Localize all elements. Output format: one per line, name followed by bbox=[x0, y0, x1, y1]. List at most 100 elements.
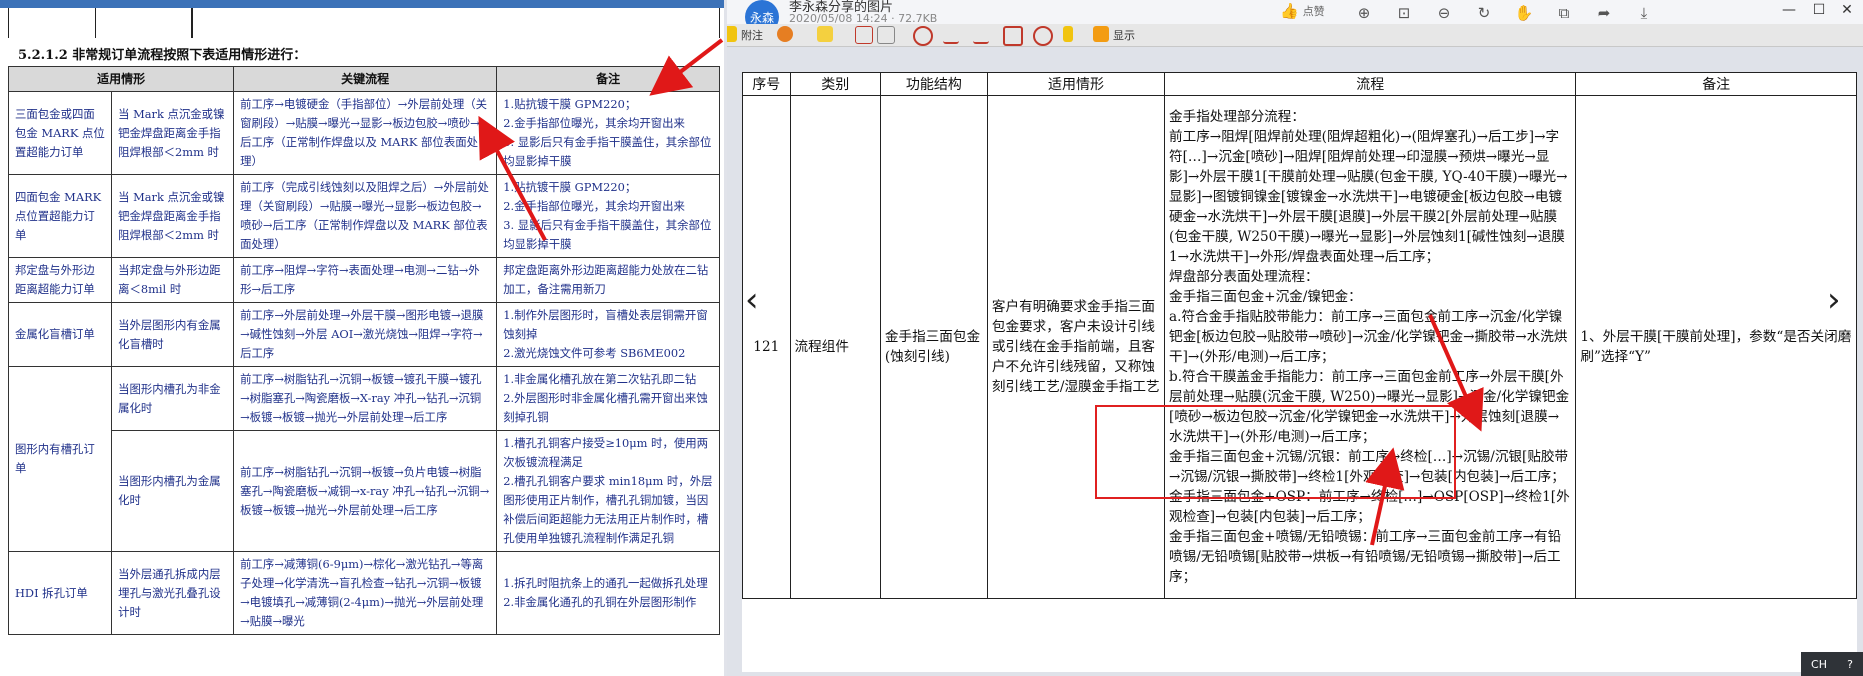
table-row: 四面包金 MARK 点位置超能力订单 当 Mark 点沉金或镍钯金焊盘距离金手指… bbox=[7, 174, 720, 258]
row-case: 金属化盲槽订单 bbox=[7, 302, 113, 367]
process-line: 金手指处理部分流程： bbox=[1169, 109, 1305, 125]
thumbs-up-icon: 👍 bbox=[1280, 2, 1299, 20]
row-note: 1.制作外层图形时，盲槽处表层铜需开窗蚀刻掉 2.激光烧蚀文件可参考 SB6ME… bbox=[496, 302, 720, 367]
table-row: 当图形内槽孔为金属化时 前工序→树脂钻孔→沉铜→板镀→负片电镀→树脂塞孔→陶瓷磨… bbox=[9, 430, 720, 552]
flow-header-row: 序号 类别 功能结构 适用情形 流程 备注 bbox=[742, 72, 1857, 96]
cell-remark: 1、外层干膜[干膜前处理]，参数“是否关闭磨刷”选择“Y” bbox=[1575, 95, 1857, 599]
process-line: 焊盘部分表面处理流程： bbox=[1169, 269, 1319, 285]
row-flow: 前工序→树脂钻孔→沉铜→板镀→镀孔干膜→镀孔→树脂塞孔→陶瓷磨板→X-ray 冲… bbox=[233, 366, 498, 431]
ellipse-tool-icon bbox=[1033, 26, 1053, 46]
table-top-empty-row bbox=[8, 8, 720, 38]
header-note: 备注 bbox=[496, 66, 720, 92]
process-line: 金手指三面包金+沉金/镍钯金： bbox=[1169, 289, 1362, 305]
line-tool-icon bbox=[943, 26, 959, 44]
highlight-box-option-b bbox=[1095, 405, 1456, 499]
row-note: 1.非金属化槽孔放在第二次钻孔即二钻 2.外层图形时非金属化槽孔需开窗出来蚀刻掉… bbox=[496, 366, 720, 431]
header-remark: 备注 bbox=[1575, 72, 1857, 96]
header-flow: 关键流程 bbox=[233, 66, 498, 92]
table-row: 邦定盘与外形边距离超能力订单 当邦定盘与外形边距离＜8mil 时 前工序→阻焊→… bbox=[7, 257, 720, 303]
table-row: 金属化盲槽订单 当外层图形内有金属化盲槽时 前工序→外层前处理→外层干膜→图形电… bbox=[7, 302, 720, 367]
table-row: 121 流程组件 金手指三面包金(蚀刻引线) 客户有明确要求金手指三面包金要求，… bbox=[742, 95, 1857, 599]
download-icon[interactable]: ⤓ bbox=[1633, 2, 1655, 24]
row-note: 1.槽孔孔铜客户接受≥10μm 时，使用两次板镀流程满足 2.槽孔孔铜客户要求 … bbox=[496, 430, 720, 552]
row-note: 1.贴抗镀干膜 GPM220； 2.金手指部位曝光，其余均开窗出来 3. 显影后… bbox=[496, 174, 720, 258]
process-line: a.符合金手指贴胶带能力：前工序→三面包金前工序→沉金/化学镍钯金[板边包胶→贴… bbox=[1169, 309, 1568, 365]
rotate-icon[interactable]: ↻ bbox=[1473, 2, 1495, 24]
prev-image-icon[interactable]: ‹ bbox=[745, 280, 759, 320]
row-case: 邦定盘与外形边距离超能力订单 bbox=[7, 257, 113, 303]
row-cond: 当图形内槽孔为非金属化时 bbox=[111, 366, 235, 431]
cell-case: 客户有明确要求金手指三面包金要求，客户未设计引线或引线在金手指前端，且客户不允许… bbox=[986, 95, 1166, 599]
flow-document-page: 序号 类别 功能结构 适用情形 流程 备注 121 流程组件 金手指三面包金(蚀… bbox=[742, 72, 1857, 672]
highlight-icon bbox=[1093, 26, 1109, 42]
process-line: 前工序→阻焊[阻焊前处理(阻焊超粗化)→(阻焊塞孔)→后工步]→字符[…]→沉金… bbox=[1169, 129, 1568, 265]
header-process: 流程 bbox=[1164, 72, 1577, 96]
copy-icon[interactable]: ⧉ bbox=[1553, 2, 1575, 24]
header-category: 类别 bbox=[789, 72, 881, 96]
row-case: 三面包金或四面包金 MARK 点位置超能力订单 bbox=[7, 91, 113, 175]
close-icon[interactable]: ✕ bbox=[1835, 2, 1859, 22]
row-cond: 当图形内槽孔为金属化时 bbox=[111, 430, 235, 552]
annotation-label: 附注 bbox=[741, 29, 763, 42]
row-case: 图形内有槽孔订单 bbox=[7, 366, 113, 552]
page-icon bbox=[877, 26, 895, 44]
like-button[interactable]: 👍 点赞 bbox=[1280, 2, 1325, 20]
circle-tool-icon bbox=[913, 26, 933, 46]
ime-taskbar: CH ? bbox=[1801, 652, 1863, 676]
arrow-tool-icon bbox=[973, 26, 989, 44]
embedded-pdf-toolbar: 附注 显示 bbox=[727, 24, 1863, 47]
display-label: 显示 bbox=[1113, 29, 1135, 42]
row-cond: 当邦定盘与外形边距离＜8mil 时 bbox=[111, 257, 235, 303]
like-label: 点赞 bbox=[1302, 5, 1325, 18]
textbox-icon bbox=[855, 26, 873, 44]
hand-pan-icon[interactable]: ✋ bbox=[1513, 2, 1535, 24]
share-icon[interactable]: ➦ bbox=[1593, 2, 1615, 24]
row-flow: 前工序→阻焊→字符→表面处理→电测→二钻→外形→后工序 bbox=[233, 257, 498, 303]
table-row: 图形内有槽孔订单 当图形内槽孔为非金属化时 前工序→树脂钻孔→沉铜→板镀→镀孔干… bbox=[7, 366, 720, 552]
actual-size-icon[interactable]: ⊡ bbox=[1393, 2, 1415, 24]
sticky-icon bbox=[817, 26, 833, 42]
window-title-strip bbox=[0, 0, 724, 8]
abnormal-order-flow-table: 适用情形 关键流程 备注 三面包金或四面包金 MARK 点位置超能力订单 当 M… bbox=[7, 66, 720, 635]
row-cond: 当 Mark 点沉金或镍钯金焊盘距离金手指阻焊根部＜2mm 时 bbox=[111, 91, 235, 175]
process-line: 金手指三面包金+喷锡/无铅喷锡：前工序→三面包金前工序→有铅喷锡/无铅喷锡[贴胶… bbox=[1169, 529, 1562, 585]
zoom-in-icon[interactable]: ⊕ bbox=[1353, 2, 1375, 24]
row-note: 邦定盘距离外形边距离超能力处放在二钻加工，备注需用新刀 bbox=[496, 257, 720, 303]
header-function: 功能结构 bbox=[879, 72, 988, 96]
left-document-pane: 5.2.1.2 非常规订单流程按照下表适用情形进行： 适用情形 关键流程 备注 … bbox=[0, 0, 727, 676]
cell-seq: 121 bbox=[742, 95, 791, 599]
row-flow: 前工序→减薄铜(6-9μm)→棕化→激光钻孔→等离子处理→化学清洗→盲孔检查→钻… bbox=[233, 551, 498, 635]
stamp-icon bbox=[777, 26, 793, 42]
table-row: 三面包金或四面包金 MARK 点位置超能力订单 当 Mark 点沉金或镍钯金焊盘… bbox=[7, 91, 720, 175]
row-cond: 当外层通孔拆成内层埋孔与激光孔叠孔设计时 bbox=[111, 551, 235, 635]
zoom-out-icon[interactable]: ⊖ bbox=[1433, 2, 1455, 24]
maximize-icon[interactable]: ☐ bbox=[1807, 2, 1831, 22]
minimize-icon[interactable]: — bbox=[1777, 2, 1801, 22]
next-image-icon[interactable]: › bbox=[1827, 280, 1841, 320]
row-case: 四面包金 MARK 点位置超能力订单 bbox=[7, 174, 113, 258]
input-language[interactable]: CH bbox=[1811, 658, 1827, 671]
row-flow: 前工序（完成引线蚀刻以及阻焊之后）→外层前处理（关窗刷段）→贴膜→曝光→显影→板… bbox=[233, 174, 498, 258]
process-flow-table: 序号 类别 功能结构 适用情形 流程 备注 121 流程组件 金手指三面包金(蚀… bbox=[742, 72, 1857, 599]
row-note: 1.拆孔时阻抗条上的通孔一起做拆孔处理 2.非金属化通孔的孔铜在外层图形制作 bbox=[496, 551, 720, 635]
row-flow: 前工序→外层前处理→外层干膜→图形电镀→退膜→碱性蚀刻→外层 AOI→激光烧蚀→… bbox=[233, 302, 498, 367]
rect-tool-icon bbox=[1003, 26, 1023, 46]
note-icon bbox=[727, 26, 737, 42]
header-seq: 序号 bbox=[742, 72, 791, 96]
header-case: 适用情形 bbox=[7, 66, 235, 92]
row-cond: 当 Mark 点沉金或镍钯金焊盘距离金手指阻焊根部＜2mm 时 bbox=[111, 174, 235, 258]
header-case: 适用情形 bbox=[986, 72, 1166, 96]
table-row: HDI 拆孔订单 当外层通孔拆成内层埋孔与激光孔叠孔设计时 前工序→减薄铜(6-… bbox=[7, 551, 720, 635]
row-flow: 前工序→树脂钻孔→沉铜→板镀→负片电镀→树脂塞孔→陶瓷磨板→减铜→x-ray 冲… bbox=[233, 430, 498, 552]
row-flow: 前工序→电镀硬金（手指部位）→外层前处理（关窗刷段）→贴膜→曝光→显影→板边包胶… bbox=[233, 91, 498, 175]
spec-document: 5.2.1.2 非常规订单流程按照下表适用情形进行： 适用情形 关键流程 备注 … bbox=[7, 8, 720, 635]
pencil-icon bbox=[1063, 26, 1073, 42]
row-case: HDI 拆孔订单 bbox=[7, 551, 113, 635]
cell-function: 金手指三面包金(蚀刻引线) bbox=[879, 95, 988, 599]
row-note: 1.贴抗镀干膜 GPM220； 2.金手指部位曝光，其余均开窗出来 3. 显影后… bbox=[496, 91, 720, 175]
table-header-row: 适用情形 关键流程 备注 bbox=[7, 66, 720, 92]
section-title: 5.2.1.2 非常规订单流程按照下表适用情形进行： bbox=[18, 48, 307, 63]
image-viewer-window: 永森 李永森分享的图片 2020/05/08 14:24 · 72.7KB 👍 … bbox=[727, 0, 1863, 676]
cell-process: 金手指处理部分流程： 前工序→阻焊[阻焊前处理(阻焊超粗化)→(阻焊塞孔)→后工… bbox=[1164, 95, 1577, 599]
help-icon[interactable]: ? bbox=[1847, 658, 1853, 671]
